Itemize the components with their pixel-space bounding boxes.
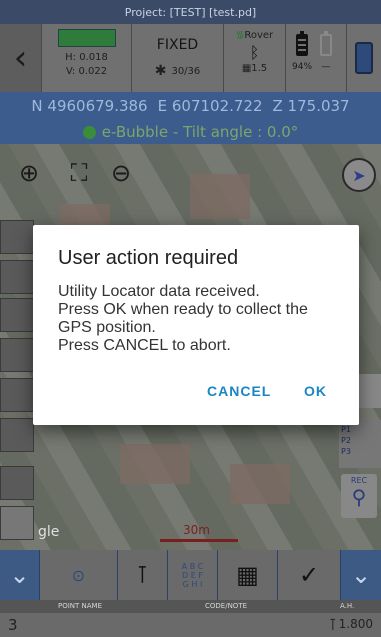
- user-action-dialog: User action required Utility Locator dat…: [33, 225, 359, 425]
- dialog-line: Utility Locator data received.: [58, 283, 260, 300]
- dialog-line: GPS position.: [58, 319, 156, 336]
- cancel-button[interactable]: CANCEL: [207, 383, 271, 399]
- dialog-line: Press OK when ready to collect the: [58, 301, 308, 318]
- dialog-title: User action required: [58, 247, 239, 269]
- dialog-message: Utility Locator data received. Press OK …: [58, 283, 348, 355]
- dialog-line: Press CANCEL to abort.: [58, 337, 231, 354]
- ok-button[interactable]: OK: [304, 383, 327, 399]
